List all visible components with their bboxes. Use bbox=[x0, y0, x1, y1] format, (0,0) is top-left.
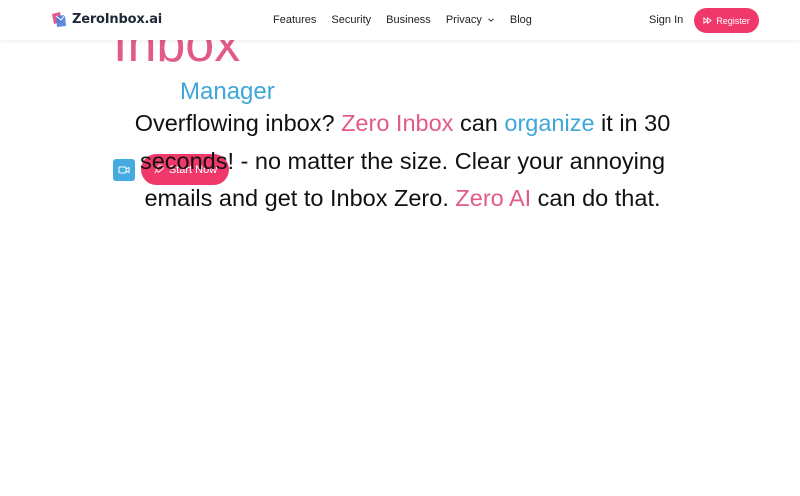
hero-desc-part: Overflowing inbox? bbox=[134, 110, 342, 136]
nav-blog[interactable]: Blog bbox=[510, 14, 532, 26]
fast-forward-icon bbox=[703, 16, 713, 25]
nav-features-label: Features bbox=[273, 14, 317, 26]
nav-business[interactable]: Business bbox=[386, 14, 431, 26]
sign-in-link[interactable]: Sign In bbox=[649, 14, 683, 26]
navbar: ZeroInbox.ai Features Security Business … bbox=[0, 0, 800, 40]
hero-desc-part: can bbox=[453, 110, 505, 136]
nav-privacy[interactable]: Privacy bbox=[446, 14, 495, 26]
hero-desc-zero-ai: Zero AI bbox=[455, 185, 532, 211]
nav-blog-label: Blog bbox=[509, 14, 532, 26]
hero-description: Overflowing inbox? Zero Inbox can organi… bbox=[110, 105, 695, 218]
register-button[interactable]: Register bbox=[694, 8, 759, 33]
logo-link[interactable]: ZeroInbox.ai bbox=[50, 10, 162, 28]
nav-privacy-label: Privacy bbox=[445, 14, 482, 26]
logo-text: ZeroInbox.ai bbox=[72, 11, 163, 27]
hero-desc-zero-inbox: Zero Inbox bbox=[341, 110, 454, 136]
hero-desc-part: can do that. bbox=[531, 185, 661, 211]
hero-subtitle: Manager bbox=[180, 78, 275, 105]
nav-security[interactable]: Security bbox=[331, 14, 371, 26]
hero-desc-organize: organize bbox=[504, 110, 595, 136]
register-label: Register bbox=[716, 15, 750, 26]
chevron-down-icon bbox=[488, 18, 494, 22]
nav-business-label: Business bbox=[386, 14, 431, 26]
nav-features[interactable]: Features bbox=[273, 14, 316, 26]
nav-security-label: Security bbox=[331, 14, 372, 26]
main-nav: Features Security Business Privacy Blog bbox=[273, 14, 547, 26]
zeroinbox-logo-icon bbox=[50, 10, 68, 28]
